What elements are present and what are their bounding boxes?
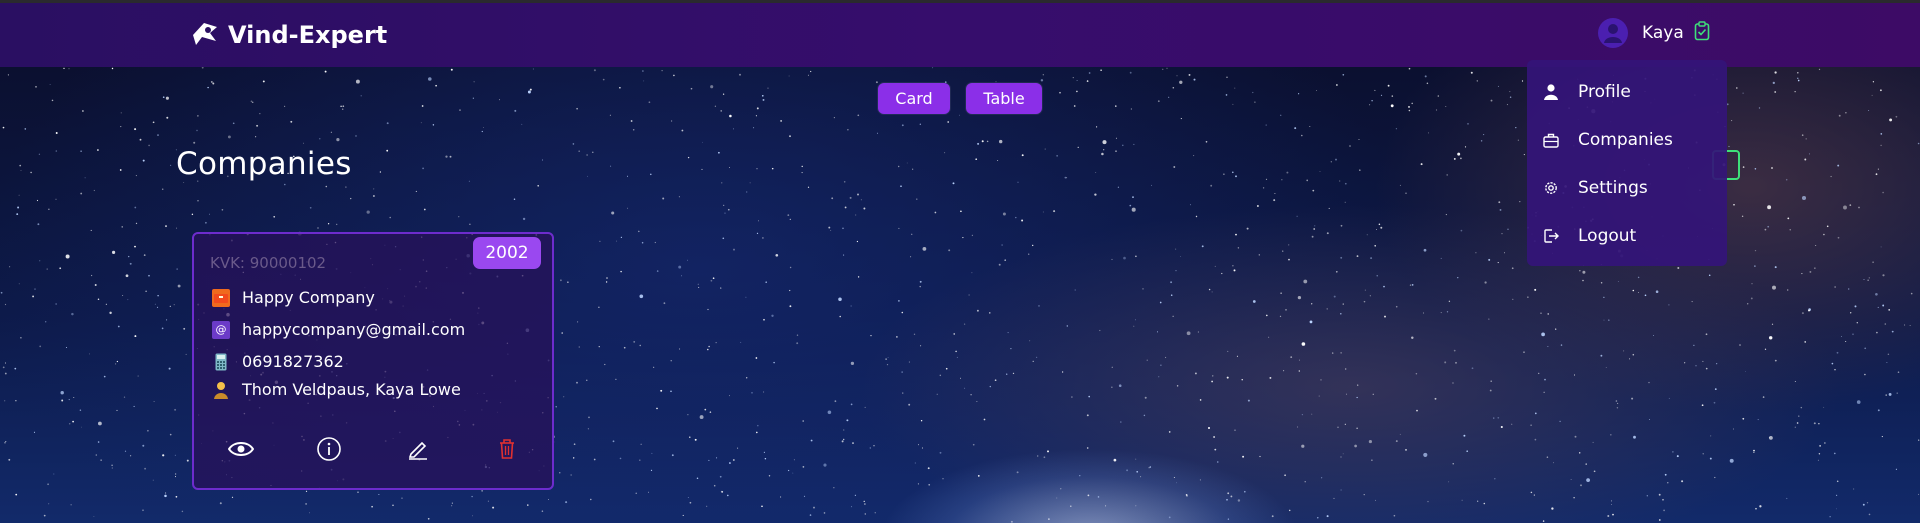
table-view-button[interactable]: Table [966, 83, 1042, 114]
eye-icon[interactable] [226, 434, 256, 464]
menu-item-label: Settings [1578, 178, 1648, 198]
menu-item-logout[interactable]: Logout [1527, 216, 1727, 256]
company-contacts-row: Thom Veldpaus, Kaya Lowe [212, 380, 461, 399]
menu-item-companies[interactable]: Companies [1527, 120, 1727, 160]
user-avatar-icon [1604, 24, 1622, 43]
brand[interactable]: Vind-Expert [190, 19, 387, 51]
logout-icon [1542, 227, 1560, 245]
company-contacts: Thom Veldpaus, Kaya Lowe [242, 380, 461, 399]
menu-item-label: Profile [1578, 82, 1631, 102]
trash-icon[interactable] [492, 434, 522, 464]
navbar: Vind-Expert Kaya [0, 3, 1920, 67]
card-view-button[interactable]: Card [878, 83, 950, 114]
page-title: Companies [176, 146, 352, 182]
menu-item-label: Logout [1578, 226, 1637, 246]
company-name-row: Happy Company [212, 288, 375, 307]
company-email: happycompany@gmail.com [242, 320, 466, 339]
brand-name: Vind-Expert [228, 21, 388, 49]
user-menu-toggle[interactable]: Kaya [1598, 18, 1710, 48]
gear-icon [1542, 179, 1560, 197]
briefcase-icon [1542, 131, 1560, 149]
company-email-row: @ happycompany@gmail.com [212, 320, 465, 339]
person-icon [1542, 83, 1560, 101]
person-icon [212, 381, 230, 399]
info-icon[interactable] [314, 434, 344, 464]
user-dropdown-menu: Profile Companies Settings Logout [1527, 60, 1727, 266]
menu-item-label: Companies [1578, 130, 1673, 150]
briefcase-icon [212, 288, 230, 307]
logo-icon [190, 19, 220, 51]
clipboard-check-icon[interactable] [1694, 21, 1710, 45]
username: Kaya [1642, 23, 1684, 43]
avatar[interactable] [1598, 18, 1628, 48]
menu-item-profile[interactable]: Profile [1527, 72, 1727, 112]
company-card: KVK: 90000102 2002 Happy Company @ happy… [192, 232, 554, 490]
company-name: Happy Company [242, 288, 375, 307]
menu-item-settings[interactable]: Settings [1527, 168, 1727, 208]
company-phone-row: 0691827362 [212, 352, 344, 371]
company-phone: 0691827362 [242, 352, 344, 371]
at-sign-icon: @ [212, 320, 230, 339]
kvk-number: KVK: 90000102 [210, 254, 327, 272]
edit-icon[interactable] [403, 434, 433, 464]
calculator-icon [212, 353, 230, 371]
year-badge: 2002 [473, 237, 541, 269]
